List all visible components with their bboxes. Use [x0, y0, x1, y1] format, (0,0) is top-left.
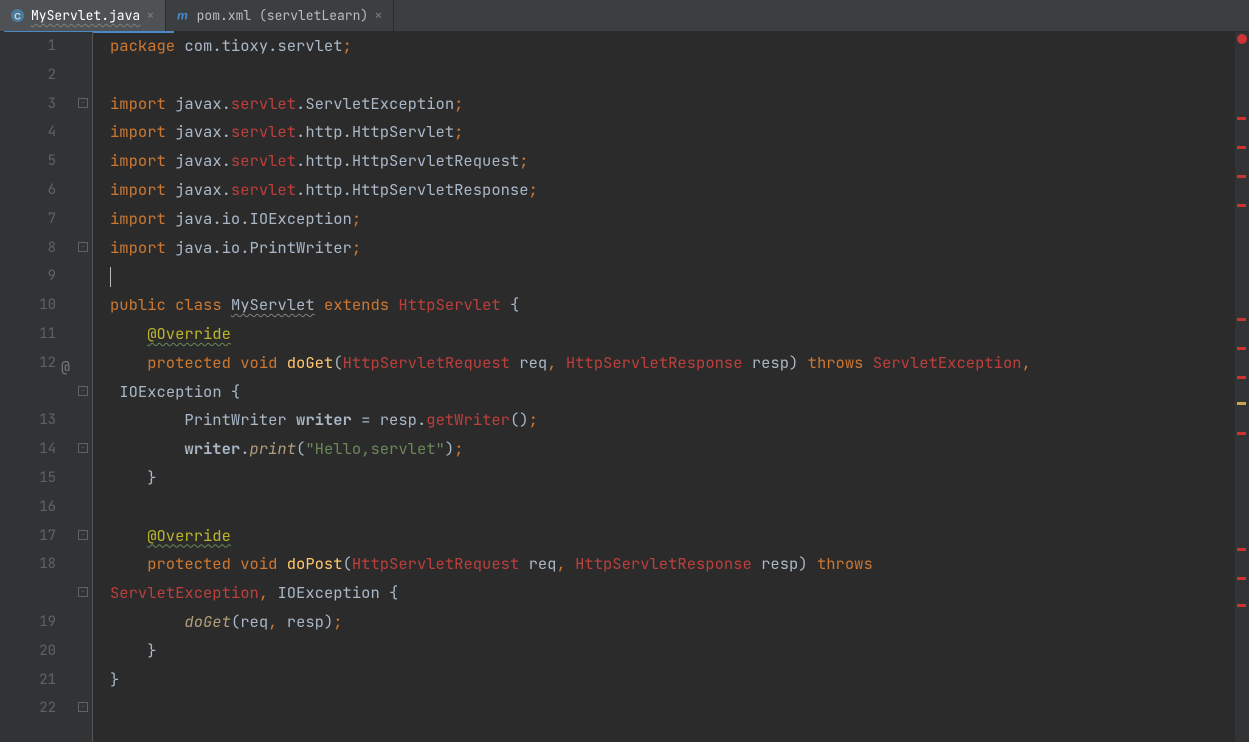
line-number	[0, 579, 62, 608]
tab-pom[interactable]: m pom.xml (servletLearn) ×	[166, 0, 394, 31]
gutter-separator	[92, 32, 93, 742]
tab-label: MyServlet.java	[31, 7, 140, 24]
code-area[interactable]: package com.tioxy.servlet; import javax.…	[92, 32, 1249, 742]
gutter[interactable]: 12345678910111213141516171819202122 @−−−…	[0, 32, 92, 742]
fold-icon[interactable]: −	[78, 443, 88, 453]
error-marker[interactable]	[1237, 146, 1246, 149]
override-gutter-icon[interactable]: @	[61, 353, 70, 382]
line-number: 16	[0, 493, 62, 522]
error-marker[interactable]	[1237, 548, 1246, 551]
error-marker[interactable]	[1237, 376, 1246, 379]
line-number: 9	[0, 262, 62, 291]
line-number: 17	[0, 522, 62, 551]
error-marker[interactable]	[1237, 204, 1246, 207]
line-number: 6	[0, 176, 62, 205]
class-icon: C	[10, 8, 25, 23]
line-number: 2	[0, 61, 62, 90]
line-number: 4	[0, 118, 62, 147]
line-number: 20	[0, 637, 62, 666]
line-number: 22	[0, 694, 62, 723]
error-marker[interactable]	[1237, 347, 1246, 350]
line-number: 14	[0, 435, 62, 464]
line-number: 18	[0, 550, 62, 579]
fold-icon[interactable]: −	[78, 530, 88, 540]
line-number: 15	[0, 464, 62, 493]
line-number: 13	[0, 406, 62, 435]
line-number: 8	[0, 234, 62, 263]
editor: 12345678910111213141516171819202122 @−−−…	[0, 32, 1249, 742]
close-icon[interactable]: ×	[146, 9, 154, 23]
line-number: 7	[0, 205, 62, 234]
line-number: 11	[0, 320, 62, 349]
maven-icon: m	[176, 8, 191, 23]
marker-strip[interactable]	[1235, 32, 1249, 742]
line-number: 10	[0, 291, 62, 320]
svg-text:C: C	[14, 11, 21, 21]
line-number: 21	[0, 666, 62, 695]
code[interactable]: package com.tioxy.servlet; import javax.…	[110, 32, 1249, 694]
fold-icon[interactable]: −	[78, 587, 88, 597]
svg-text:m: m	[177, 8, 188, 22]
line-number: 3	[0, 90, 62, 119]
error-marker[interactable]	[1237, 604, 1246, 607]
error-marker[interactable]	[1237, 117, 1246, 120]
fold-icon[interactable]: −	[78, 242, 88, 252]
error-marker[interactable]	[1237, 577, 1246, 580]
line-number: 12	[0, 349, 62, 378]
line-number: 5	[0, 147, 62, 176]
fold-icon[interactable]: −	[78, 98, 88, 108]
error-marker[interactable]	[1237, 432, 1246, 435]
close-icon[interactable]: ×	[374, 9, 382, 23]
line-number: 19	[0, 608, 62, 637]
error-marker[interactable]	[1237, 175, 1246, 178]
warning-marker[interactable]	[1237, 402, 1246, 405]
tab-myservlet[interactable]: C MyServlet.java ×	[0, 0, 166, 31]
error-indicator-icon[interactable]	[1237, 34, 1247, 44]
line-number: 1	[0, 32, 62, 61]
editor-tabs: C MyServlet.java × m pom.xml (servletLea…	[0, 0, 1249, 32]
fold-icon[interactable]: −	[78, 386, 88, 396]
line-number	[0, 378, 62, 407]
tab-label: pom.xml (servletLearn)	[197, 7, 369, 24]
fold-icon[interactable]: −	[78, 702, 88, 712]
error-marker[interactable]	[1237, 318, 1246, 321]
